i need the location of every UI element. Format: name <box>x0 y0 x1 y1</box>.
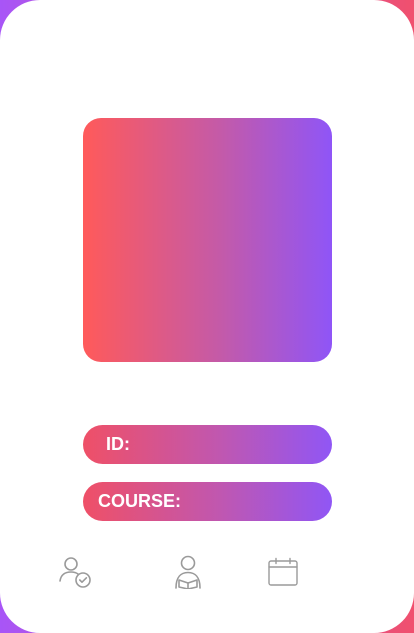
calendar-icon <box>267 557 299 587</box>
id-field: ID: <box>83 425 332 464</box>
photo-placeholder <box>83 118 332 362</box>
student-reading-icon <box>173 555 203 589</box>
nav-student-button[interactable] <box>168 552 208 592</box>
bottom-nav <box>0 552 414 596</box>
course-label: COURSE: <box>98 491 182 511</box>
id-card: ID: COURSE: <box>0 0 414 633</box>
course-field: COURSE: <box>83 482 332 521</box>
id-label: ID: <box>106 434 130 454</box>
nav-user-check-button[interactable] <box>56 552 96 592</box>
user-check-icon <box>58 555 94 589</box>
nav-calendar-button[interactable] <box>263 552 303 592</box>
